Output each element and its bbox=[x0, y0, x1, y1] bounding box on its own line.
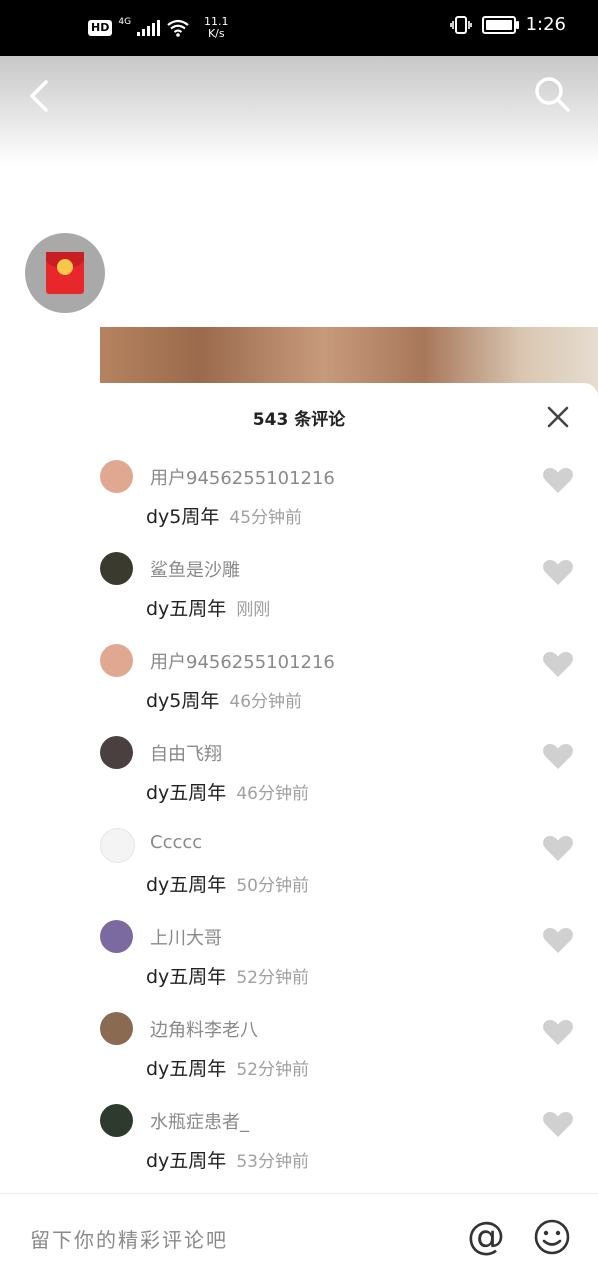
status-bar-left: HD 4G 11.1 K/s bbox=[88, 16, 229, 40]
comment-body: dy5周年 bbox=[146, 690, 220, 712]
heart-icon[interactable] bbox=[542, 742, 574, 770]
comment-time: 45分钟前 bbox=[229, 508, 303, 528]
comment-username[interactable]: 水瓶症患者_ bbox=[150, 1108, 249, 1134]
emoji-icon[interactable] bbox=[533, 1218, 571, 1256]
comment-item[interactable]: 鲨鱼是沙雕 dy五周年 刚刚 bbox=[0, 552, 598, 644]
comment-username[interactable]: 用户9456255101216 bbox=[150, 464, 335, 490]
comment-text: dy五周年 52分钟前 bbox=[146, 1054, 309, 1081]
comment-username[interactable]: 自由飞翔 bbox=[150, 740, 222, 766]
network-speed: 11.1 K/s bbox=[204, 16, 229, 40]
comment-body: dy五周年 bbox=[146, 782, 227, 804]
heart-icon[interactable] bbox=[542, 1110, 574, 1138]
comment-item[interactable]: 自由飞翔 dy五周年 46分钟前 bbox=[0, 736, 598, 828]
search-icon[interactable] bbox=[532, 74, 572, 114]
comment-item[interactable]: 上川大哥 dy五周年 52分钟前 bbox=[0, 920, 598, 1012]
comment-username[interactable]: 用户9456255101216 bbox=[150, 648, 335, 674]
comment-text: dy五周年 刚刚 bbox=[146, 594, 270, 621]
comment-time: 刚刚 bbox=[236, 600, 271, 620]
comment-body: dy五周年 bbox=[146, 598, 227, 620]
comment-item[interactable]: 用户9456255101216 dy5周年 46分钟前 bbox=[0, 644, 598, 736]
comment-time: 52分钟前 bbox=[236, 968, 309, 988]
comment-input-bar: 留下你的精彩评论吧 @ bbox=[0, 1193, 598, 1281]
hd-badge: HD bbox=[88, 20, 113, 36]
comment-body: dy五周年 bbox=[146, 1058, 227, 1080]
comment-time: 50分钟前 bbox=[236, 876, 309, 896]
comment-item[interactable]: 水瓶症患者_ dy五周年 53分钟前 bbox=[0, 1104, 598, 1196]
at-icon[interactable]: @ bbox=[466, 1218, 506, 1258]
comment-username[interactable]: 鲨鱼是沙雕 bbox=[150, 556, 240, 582]
comment-body: dy五周年 bbox=[146, 874, 227, 896]
comment-text: dy5周年 45分钟前 bbox=[146, 502, 302, 529]
heart-icon[interactable] bbox=[542, 1018, 574, 1046]
comment-body: dy五周年 bbox=[146, 1150, 227, 1172]
avatar[interactable] bbox=[100, 920, 133, 953]
heart-icon[interactable] bbox=[542, 466, 574, 494]
avatar[interactable] bbox=[100, 1104, 133, 1137]
at-symbol: @ bbox=[467, 1218, 505, 1258]
comment-input[interactable]: 留下你的精彩评论吧 bbox=[30, 1224, 228, 1253]
comment-item[interactable]: 用户9456255101216 dy5周年 45分钟前 bbox=[0, 460, 598, 552]
vibrate-icon bbox=[449, 15, 472, 34]
avatar[interactable] bbox=[100, 552, 133, 585]
wifi-icon bbox=[167, 19, 189, 37]
comment-time: 46分钟前 bbox=[236, 784, 309, 804]
comments-sheet: 543 条评论 用户9456255101216 dy5周年 45分钟前鲨鱼是沙雕 dy… bbox=[0, 383, 598, 1280]
close-icon[interactable] bbox=[546, 405, 570, 429]
signal-icon bbox=[137, 20, 161, 36]
avatar[interactable] bbox=[100, 460, 133, 493]
avatar[interactable] bbox=[100, 1012, 133, 1045]
comment-time: 53分钟前 bbox=[236, 1152, 309, 1172]
network-type: 4G bbox=[118, 17, 132, 27]
avatar[interactable] bbox=[100, 644, 133, 677]
comment-text: dy5周年 46分钟前 bbox=[146, 686, 302, 713]
red-packet-icon bbox=[46, 252, 84, 294]
clock: 1:26 bbox=[525, 14, 566, 35]
top-bar bbox=[0, 56, 598, 166]
comment-body: dy五周年 bbox=[146, 966, 227, 988]
avatar[interactable] bbox=[100, 828, 135, 863]
heart-icon[interactable] bbox=[542, 834, 574, 862]
comment-text: dy五周年 52分钟前 bbox=[146, 962, 309, 989]
comment-body: dy5周年 bbox=[146, 506, 220, 528]
network-speed-unit: K/s bbox=[207, 27, 225, 40]
heart-icon[interactable] bbox=[542, 558, 574, 586]
comment-text: dy五周年 50分钟前 bbox=[146, 870, 309, 897]
status-bar-right: 1:26 bbox=[449, 14, 566, 35]
comment-item[interactable]: Ccccc dy五周年 50分钟前 bbox=[0, 828, 598, 920]
status-bar: HD 4G 11.1 K/s 1:26 bbox=[0, 0, 598, 56]
comment-time: 52分钟前 bbox=[236, 1060, 309, 1080]
red-packet-button[interactable] bbox=[25, 233, 105, 313]
comment-text: dy五周年 46分钟前 bbox=[146, 778, 309, 805]
back-icon[interactable] bbox=[26, 76, 56, 116]
battery-icon bbox=[481, 15, 519, 34]
comment-time: 46分钟前 bbox=[229, 692, 303, 712]
heart-icon[interactable] bbox=[542, 650, 574, 678]
comment-username[interactable]: Ccccc bbox=[150, 832, 202, 853]
comment-username[interactable]: 上川大哥 bbox=[150, 924, 222, 950]
comment-username[interactable]: 边角料李老八 bbox=[150, 1016, 258, 1042]
comment-item[interactable]: 边角料李老八 dy五周年 52分钟前 bbox=[0, 1012, 598, 1104]
comments-count-title: 543 条评论 bbox=[252, 410, 346, 430]
avatar[interactable] bbox=[100, 736, 133, 769]
heart-icon[interactable] bbox=[542, 926, 574, 954]
comment-text: dy五周年 53分钟前 bbox=[146, 1146, 309, 1173]
